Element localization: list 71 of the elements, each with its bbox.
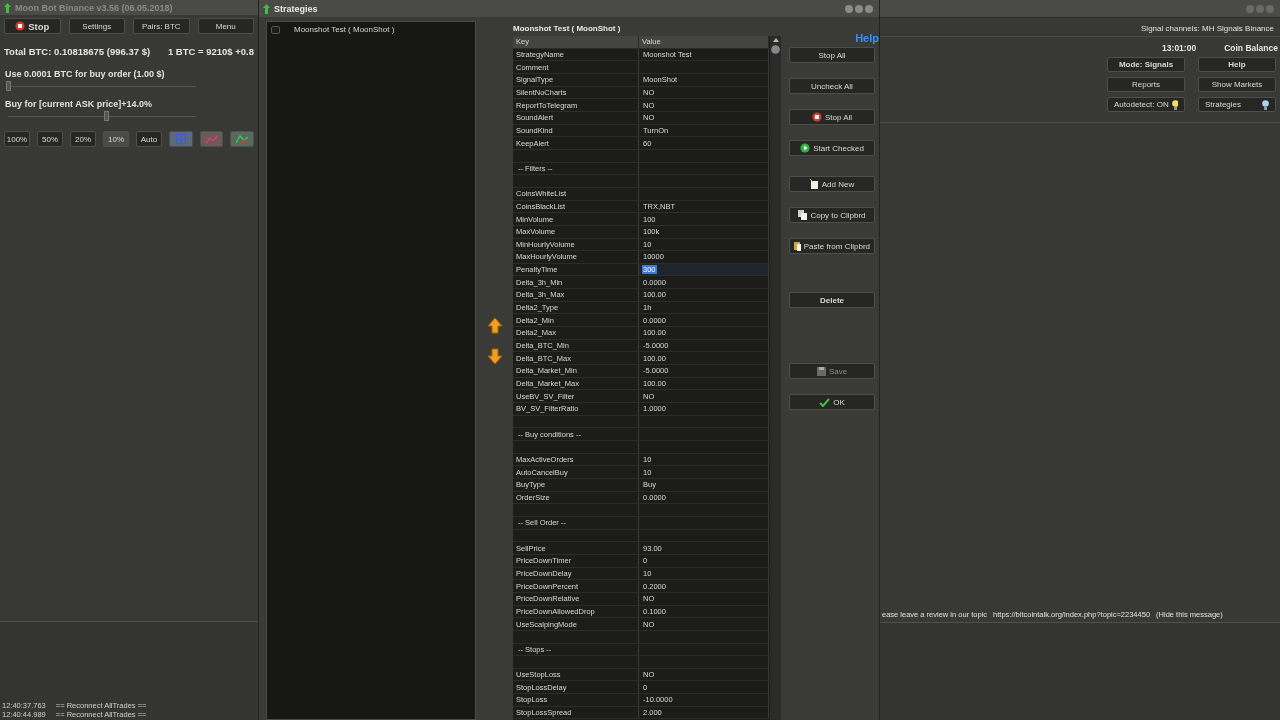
checkmark-icon	[819, 397, 831, 407]
stop-button[interactable]: Stop	[4, 18, 61, 34]
side-button[interactable]: Strategies	[1198, 97, 1276, 112]
action-button[interactable]: OK	[789, 394, 875, 410]
slider-label: Buy for [current ASK price]+14.0%	[4, 99, 153, 109]
button-label: Strategies	[1205, 100, 1242, 109]
side-button[interactable]: Autodetect: ON	[1107, 97, 1185, 112]
scrollbar[interactable]	[770, 36, 781, 720]
action-button[interactable]: Delete	[789, 292, 875, 308]
window-title: Moon Bot Binance v3.56 (06.05.2018)	[15, 2, 173, 13]
total-btc: Total BTC: 0.10818675 (996.37 $)	[4, 46, 151, 57]
action-button[interactable]: Uncheck All	[789, 78, 875, 94]
action-button[interactable]: Start Checked	[789, 140, 875, 156]
side-button[interactable]: Reports	[1107, 77, 1185, 92]
slider-label: Use 0.0001 BTC for buy order (1.00 $)	[4, 69, 166, 79]
slider-thumb[interactable]	[6, 81, 11, 91]
side-button[interactable]: Show Markets	[1198, 77, 1276, 92]
stop-icon	[811, 112, 822, 122]
minimize-icon[interactable]	[845, 4, 853, 13]
button-label: Help	[1228, 60, 1246, 69]
percent-button[interactable]: 50%	[37, 131, 63, 147]
maximize-icon[interactable]	[855, 4, 863, 13]
side-button[interactable]: Help	[1198, 57, 1276, 72]
slider-thumb[interactable]	[103, 111, 109, 121]
copy-icon	[798, 210, 808, 220]
side-button[interactable]: Mode: Signals	[1107, 57, 1185, 72]
close-icon[interactable]	[1266, 4, 1274, 13]
play-icon	[800, 143, 811, 153]
down-arrow-icon[interactable]	[486, 347, 503, 365]
save-icon	[816, 366, 826, 376]
stop-icon	[15, 21, 26, 31]
clock: 13:01:00	[1162, 43, 1197, 53]
button-label: Autodetect: ON	[1114, 100, 1169, 109]
new-document-icon	[809, 179, 819, 189]
app-arrow-icon	[263, 3, 270, 14]
action-button[interactable]: Stop All	[789, 109, 875, 125]
signal-channels: Signal channels: MH Signals Binance	[880, 17, 1280, 37]
action-button[interactable]: Paste from Clipbrd	[789, 238, 875, 254]
toolbar-button[interactable]: Settings	[68, 18, 125, 34]
percent-button[interactable]: 10%	[103, 131, 129, 147]
percent-button[interactable]: Auto	[136, 131, 162, 147]
close-icon[interactable]	[865, 4, 873, 13]
chart-button[interactable]	[230, 131, 254, 147]
coin-balance-label: Coin Balance	[1224, 43, 1278, 53]
scroll-thumb[interactable]	[771, 45, 780, 54]
strategy-item[interactable]: Moonshot Test ( MoonShot )	[294, 25, 395, 34]
percent-button[interactable]: 100%	[4, 131, 30, 147]
action-button[interactable]: Add New	[789, 176, 875, 192]
scroll-up-icon[interactable]	[772, 38, 779, 42]
chart-icon	[236, 134, 249, 144]
paste-icon	[794, 241, 801, 251]
grid-button[interactable]	[169, 131, 193, 147]
button-label: Reports	[1132, 80, 1160, 89]
chart-icon	[205, 134, 218, 144]
app-arrow-icon	[4, 2, 11, 13]
percent-button[interactable]: 20%	[70, 131, 96, 147]
checkbox[interactable]	[271, 25, 280, 34]
button-label: Mode: Signals	[1118, 60, 1174, 69]
strategy-heading: Moonshot Test ( MoonShot )	[513, 23, 622, 35]
up-arrow-icon[interactable]	[486, 316, 503, 334]
minimize-icon[interactable]	[1246, 4, 1254, 13]
button-label: Show Markets	[1211, 80, 1263, 89]
toolbar-button[interactable]: Pairs: BTC	[133, 18, 190, 34]
action-button[interactable]: Copy to Clipbrd	[789, 207, 875, 223]
window-title: Strategies	[274, 3, 318, 14]
grid-icon	[175, 134, 186, 144]
btc-price: 1 BTC = 9210$ +0.8	[167, 46, 254, 57]
toolbar-button[interactable]: Menu	[197, 18, 254, 34]
chart-button[interactable]	[199, 131, 224, 147]
action-button[interactable]: Stop All	[789, 47, 875, 63]
maximize-icon[interactable]	[1256, 4, 1264, 13]
